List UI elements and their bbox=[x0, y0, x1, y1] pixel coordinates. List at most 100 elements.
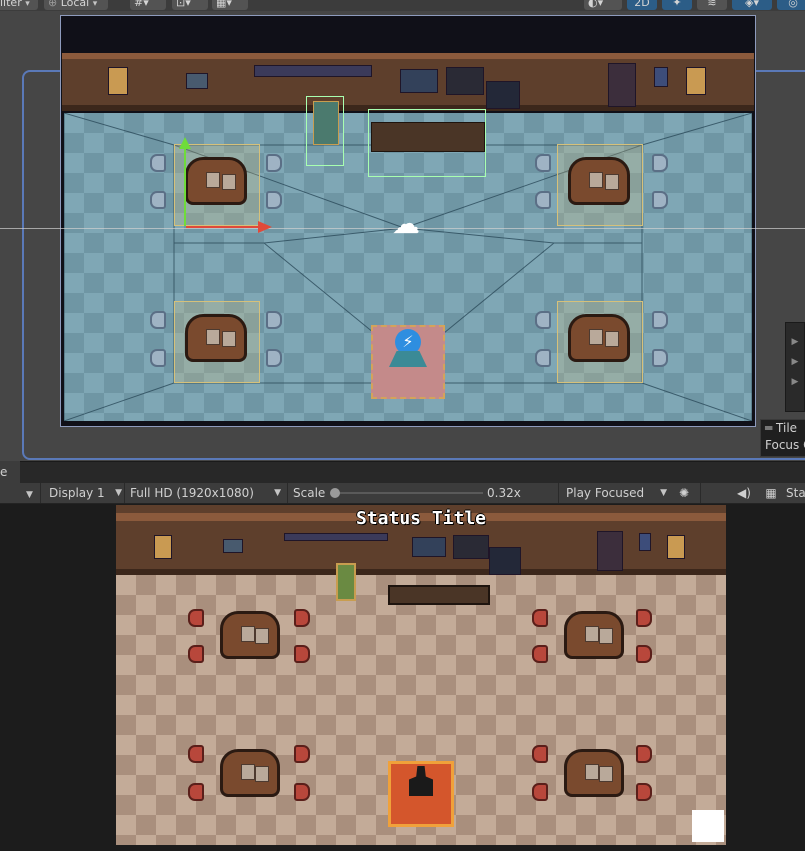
counter bbox=[371, 122, 485, 152]
game-toolbar: ▼ Display 1 ▼ Full HD (1920x1080) ▼ Scal… bbox=[0, 483, 805, 504]
chair bbox=[188, 745, 204, 763]
table bbox=[564, 611, 624, 659]
resolution-label: Full HD (1920x1080) bbox=[130, 486, 254, 500]
bug-icon: ✺ bbox=[678, 486, 690, 500]
table-group-top-left[interactable] bbox=[174, 144, 260, 226]
chevron-down-icon: ▼ bbox=[115, 488, 122, 498]
overlay-focus[interactable]: Focus C bbox=[765, 436, 805, 454]
mode-2d-label: 2D bbox=[634, 0, 650, 9]
play-mode-dropdown[interactable]: Play Focused ▼ bbox=[558, 483, 670, 503]
chair bbox=[652, 349, 668, 367]
chair bbox=[532, 609, 548, 627]
chair bbox=[636, 609, 652, 627]
door-icon bbox=[597, 531, 623, 571]
drag-handle-icon[interactable]: ═ bbox=[765, 421, 776, 435]
play-icon[interactable]: ▶ bbox=[786, 337, 804, 347]
lamp-icon bbox=[639, 533, 651, 551]
picture-frame-icon bbox=[186, 73, 208, 89]
mute-audio-button[interactable]: ◀) bbox=[735, 483, 753, 503]
stats-label: Sta bbox=[786, 486, 805, 500]
counter-selection-box[interactable] bbox=[368, 109, 486, 177]
gizmos-icon: ◎ bbox=[788, 0, 798, 9]
light-icon: ✦ bbox=[672, 0, 682, 9]
audio-off-icon: ≋ bbox=[707, 0, 717, 9]
display-dropdown[interactable]: Display 1 ▼ bbox=[40, 483, 124, 503]
status-title: Status Title bbox=[355, 508, 487, 529]
chair bbox=[636, 645, 652, 663]
game-render bbox=[116, 505, 726, 845]
spawn-marker bbox=[389, 351, 427, 367]
tile-palette-side-toolbar: ▶ ▶ ▶ bbox=[785, 322, 805, 412]
chair bbox=[636, 783, 652, 801]
chair bbox=[532, 645, 548, 663]
shelf-icon bbox=[254, 65, 372, 77]
shading-button[interactable]: ▦▾ bbox=[212, 0, 248, 10]
move-gizmo-y-arrow[interactable] bbox=[179, 137, 191, 149]
grid-icon: ▦ bbox=[765, 486, 777, 500]
stats-button[interactable]: Sta bbox=[786, 483, 805, 503]
lamp-icon bbox=[654, 67, 668, 87]
filter-dropdown[interactable]: ilter ▾ bbox=[0, 0, 38, 10]
chair bbox=[294, 745, 310, 763]
pivot-label: Local bbox=[60, 0, 90, 9]
toggle-2d-button[interactable]: 2D bbox=[627, 0, 657, 10]
table bbox=[564, 749, 624, 797]
increment-snap-button[interactable]: ⊡▾ bbox=[172, 0, 208, 10]
chevron-down-icon: ▼ bbox=[660, 488, 667, 498]
picture-frame-icon bbox=[223, 539, 243, 553]
table bbox=[220, 611, 280, 659]
shading-icon: ▦▾ bbox=[216, 0, 232, 9]
plant-selection-box[interactable] bbox=[306, 96, 344, 166]
pivot-rotation-dropdown[interactable]: ⊕ Local ▾ bbox=[44, 0, 108, 10]
tab-game[interactable]: e bbox=[0, 461, 20, 483]
player-character bbox=[409, 766, 433, 796]
gizmos-dropdown[interactable]: ◎ bbox=[777, 0, 805, 10]
chair bbox=[652, 154, 668, 172]
chair bbox=[294, 609, 310, 627]
play-icon[interactable]: ▶ bbox=[786, 357, 804, 367]
counter bbox=[388, 585, 490, 605]
effects-dropdown[interactable]: ◈▾ bbox=[732, 0, 772, 10]
frame-debugger-button[interactable]: ✺ bbox=[676, 483, 692, 503]
table-group-bottom-right[interactable] bbox=[557, 301, 643, 383]
table-group-bottom-left[interactable] bbox=[174, 301, 260, 383]
move-gizmo-x-axis[interactable] bbox=[186, 226, 260, 228]
speaker-icon: ◀) bbox=[737, 486, 751, 500]
sconce-icon bbox=[667, 535, 685, 559]
chair bbox=[188, 645, 204, 663]
chair bbox=[266, 191, 282, 209]
grid-snap-button[interactable]: #▾ bbox=[130, 0, 166, 10]
grid-snap-icon: #▾ bbox=[134, 0, 149, 9]
chair bbox=[266, 311, 282, 329]
play-icon[interactable]: ▶ bbox=[786, 377, 804, 387]
gizmos-toggle-button[interactable]: ▦ bbox=[762, 483, 780, 503]
guitars-icon bbox=[446, 67, 484, 95]
resolution-dropdown[interactable]: Full HD (1920x1080) ▼ bbox=[124, 483, 286, 503]
tv-icon bbox=[486, 81, 520, 109]
filter-label: ilter bbox=[0, 0, 22, 9]
cloud-gizmo-icon[interactable]: ☁ bbox=[392, 209, 426, 239]
move-gizmo-y-axis[interactable] bbox=[184, 148, 186, 226]
chair bbox=[188, 609, 204, 627]
white-square bbox=[692, 810, 724, 842]
move-gizmo-x-arrow[interactable] bbox=[258, 221, 272, 233]
chair bbox=[532, 745, 548, 763]
scale-slider-thumb[interactable] bbox=[330, 488, 340, 498]
chair bbox=[150, 191, 166, 209]
table-group-top-right[interactable] bbox=[557, 144, 643, 226]
sconce-icon bbox=[686, 67, 706, 95]
chevron-down-icon: ▾ bbox=[25, 0, 30, 9]
lighting-toggle[interactable]: ✦ bbox=[662, 0, 692, 10]
scale-slider-track[interactable] bbox=[333, 492, 483, 494]
chair bbox=[535, 311, 551, 329]
game-view-dropdown[interactable]: ▼ bbox=[0, 483, 38, 503]
play-mode-label: Play Focused bbox=[566, 486, 645, 500]
shelf-icon bbox=[284, 533, 388, 541]
scale-label: Scale bbox=[293, 486, 326, 500]
local-icon: ⊕ bbox=[48, 0, 58, 9]
scene-view[interactable]: ⚡ ☁ ▶ ▶ ▶ ═ Tile Focus C bbox=[0, 11, 805, 461]
flower-pot-icon bbox=[336, 563, 356, 601]
tile-overlay-panel[interactable]: ═ Tile Focus C bbox=[760, 419, 805, 457]
draw-mode-button[interactable]: ◐▾ bbox=[584, 0, 622, 10]
audio-toggle[interactable]: ≋ bbox=[697, 0, 727, 10]
